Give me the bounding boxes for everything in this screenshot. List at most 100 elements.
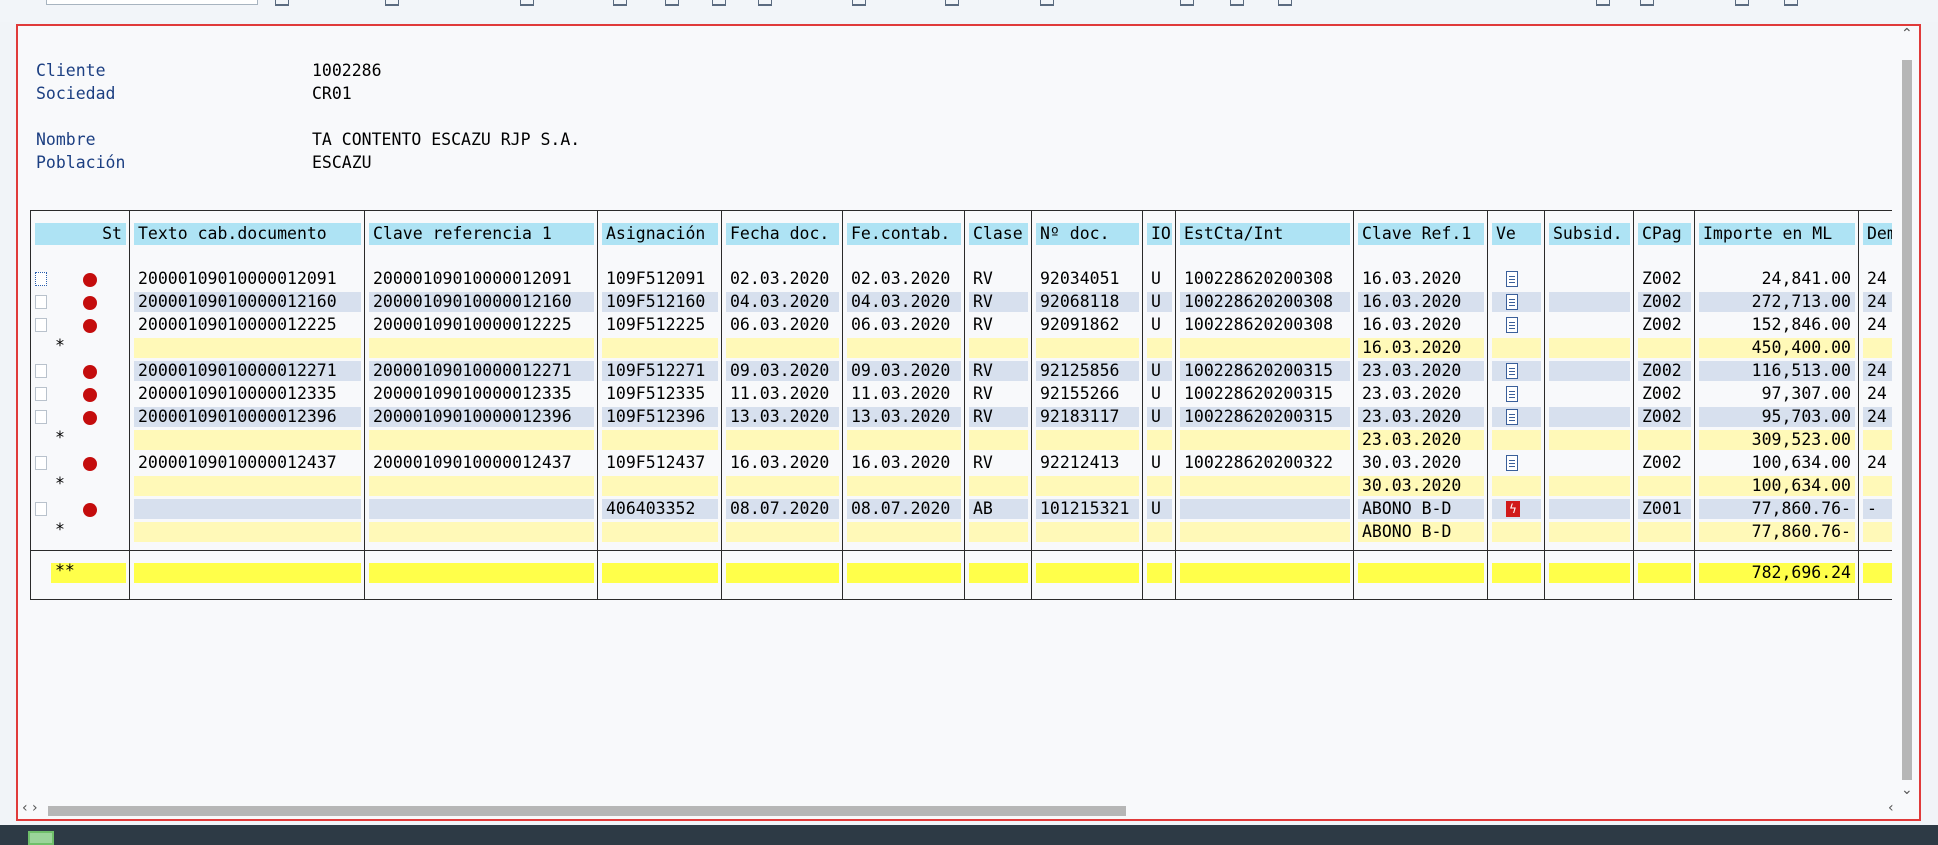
horizontal-scroll-thumb[interactable] (48, 806, 1126, 816)
column-separator (1544, 211, 1545, 599)
scroll-up-icon[interactable]: ⌃ (1901, 26, 1913, 42)
cell-texto (134, 499, 361, 519)
column-header[interactable]: Nº doc. (1036, 223, 1139, 245)
column-header[interactable]: St (35, 223, 126, 245)
column-header[interactable]: Clave referencia 1 (369, 223, 594, 245)
lightning-icon[interactable]: ϟ (1506, 501, 1520, 517)
subtotal-cell (969, 430, 1028, 450)
column-header[interactable]: Clase (969, 223, 1028, 245)
document-list-icon[interactable] (1506, 363, 1518, 379)
toolbar-icon[interactable] (520, 0, 534, 6)
cell-subsid (1549, 361, 1630, 381)
subtotal-amount: 450,400.00 (1699, 338, 1855, 358)
vertical-scroll-thumb[interactable] (1902, 60, 1912, 780)
toolbar-icon[interactable] (1040, 0, 1054, 6)
subtotal-cell (602, 338, 718, 358)
document-list-icon[interactable] (1506, 271, 1518, 287)
cell-clase: RV (973, 453, 993, 472)
cell-asig: 109F512271 (602, 361, 718, 381)
toolbar-icon[interactable] (1735, 0, 1749, 6)
row-selector[interactable] (35, 502, 47, 516)
subtotal-mark: * (51, 476, 126, 496)
document-list-icon[interactable] (1506, 386, 1518, 402)
total-cell (969, 563, 1028, 583)
total-cell (1638, 563, 1691, 583)
column-header[interactable]: EstCta/Int (1180, 223, 1350, 245)
cell-asig: 109F512225 (606, 315, 706, 334)
subtotal-cell (1180, 430, 1350, 450)
column-header[interactable]: Texto cab.documento (134, 223, 361, 245)
row-selector[interactable] (35, 272, 47, 286)
cell-asig: 109F512396 (602, 407, 718, 427)
column-header[interactable]: IO (1147, 223, 1172, 245)
cell-clase: RV (969, 407, 1028, 427)
toolbar-icon[interactable] (945, 0, 959, 6)
cell-fcont: 16.03.2020 (851, 453, 951, 472)
cell-clase: RV (973, 269, 993, 288)
toolbar-icon[interactable] (665, 0, 679, 6)
command-field[interactable] (46, 0, 258, 5)
value-nombre: TA CONTENTO ESCAZU RJP S.A. (312, 130, 581, 149)
subtotal-cell (134, 430, 361, 450)
vertical-scrollbar[interactable]: ⌃ ⌄ (1898, 26, 1916, 800)
toolbar-icon[interactable] (852, 0, 866, 6)
column-separator (1175, 211, 1176, 599)
toolbar-icon[interactable] (1596, 0, 1610, 6)
column-header[interactable]: Demo (1863, 223, 1892, 245)
cell-texto: 20000109010000012225 (138, 315, 337, 334)
row-selector[interactable] (35, 318, 47, 332)
toolbar-icon[interactable] (1278, 0, 1292, 6)
horizontal-scrollbar[interactable]: ‹ › ‹ › (18, 800, 1898, 819)
subtotal-cell (1147, 522, 1172, 542)
cell-texto: 20000109010000012160 (134, 292, 361, 312)
total-cell (1147, 563, 1172, 583)
document-list-icon[interactable] (1506, 317, 1518, 333)
toolbar-icon[interactable] (1230, 0, 1244, 6)
document-list-icon[interactable] (1506, 409, 1518, 425)
toolbar-icon[interactable] (1784, 0, 1798, 6)
cell-demo: 24 (1863, 292, 1892, 312)
toolbar-icon[interactable] (385, 0, 399, 6)
column-header[interactable]: Subsid. (1549, 223, 1630, 245)
column-header[interactable]: Importe en ML (1699, 223, 1855, 245)
column-header[interactable]: Fe.contab. (847, 223, 961, 245)
cell-cpag: Z002 (1642, 453, 1682, 472)
row-selector[interactable] (35, 410, 47, 424)
row-selector[interactable] (35, 387, 47, 401)
column-header[interactable]: CPag (1638, 223, 1691, 245)
subtotal-cell (726, 476, 839, 496)
cell-cpag: Z002 (1642, 384, 1682, 403)
cell-fcont: 02.03.2020 (851, 269, 951, 288)
column-header[interactable]: Ve (1492, 223, 1541, 245)
cell-fcont: 11.03.2020 (851, 384, 951, 403)
toolbar-icon[interactable] (712, 0, 726, 6)
cell-fdoc: 13.03.2020 (726, 407, 839, 427)
toolbar-icon[interactable] (1180, 0, 1194, 6)
label-poblacion: Población (36, 153, 126, 172)
row-selector[interactable] (35, 364, 47, 378)
toolbar-icon[interactable] (275, 0, 289, 6)
scroll-right-icon[interactable]: ‹ › (1888, 800, 1898, 819)
toolbar-icon[interactable] (758, 0, 772, 6)
label-nombre: Nombre (36, 130, 96, 149)
row-selector[interactable] (35, 295, 47, 309)
column-separator (597, 211, 598, 599)
scroll-left-icon[interactable]: ‹ › (22, 800, 38, 816)
cell-clave: 20000109010000012271 (369, 361, 594, 381)
document-list-icon[interactable] (1506, 294, 1518, 310)
scroll-down-icon[interactable]: ⌄ (1901, 782, 1913, 798)
cell-asig: 406403352 (602, 499, 718, 519)
cell-demo: 24 (1863, 361, 1892, 381)
toolbar-icon[interactable] (1640, 0, 1654, 6)
column-header[interactable]: Fecha doc. (726, 223, 839, 245)
subtotal-mark: * (51, 338, 126, 358)
row-selector[interactable] (35, 456, 47, 470)
red-dot-icon (83, 388, 97, 402)
cell-ndoc: 92034051 (1040, 269, 1120, 288)
cell-subsid (1549, 453, 1630, 473)
column-header[interactable]: Asignación (602, 223, 718, 245)
column-header[interactable]: Clave Ref.1 (1358, 223, 1484, 245)
document-list-icon[interactable] (1506, 455, 1518, 471)
toolbar-icon[interactable] (613, 0, 627, 6)
column-separator (1633, 211, 1634, 599)
